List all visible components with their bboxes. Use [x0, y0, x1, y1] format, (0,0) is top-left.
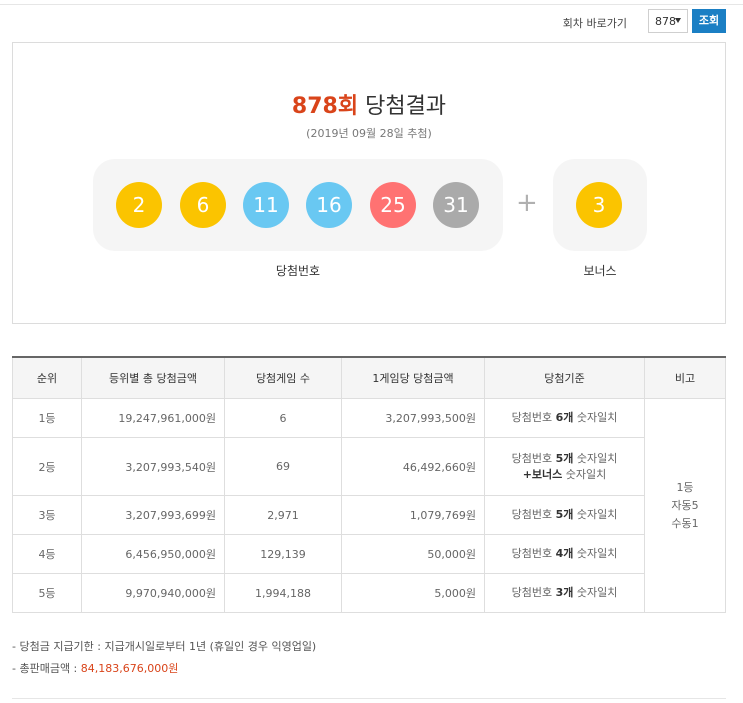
prize-per-game-cell: 50,000원: [341, 534, 485, 574]
total-sales-note: - 총판매금액 : 84,183,676,000원: [12, 662, 316, 684]
total-prize-cell: 9,970,940,000원: [81, 573, 225, 613]
bonus-label: 보너스: [583, 264, 617, 278]
winner-count-cell: 69: [224, 437, 342, 496]
search-button[interactable]: 조회: [692, 9, 726, 33]
criteria-text: 숫자일치: [573, 547, 618, 560]
header-note: 비고: [644, 356, 726, 399]
bonus-ball: 3: [576, 182, 622, 228]
prize-per-game-cell: 1,079,769원: [341, 495, 485, 535]
rank-cell: 2등: [12, 437, 82, 496]
prize-per-game-cell: 46,492,660원: [341, 437, 485, 496]
criteria-cell: 당첨번호 5개 숫자일치: [484, 495, 645, 535]
winning-ball-1: 2: [116, 182, 162, 228]
round-navigation: 회차 바로가기 878 조회: [0, 6, 743, 36]
bottom-divider: [12, 698, 726, 699]
criteria-text: 숫자일치: [573, 411, 618, 424]
criteria-count: 4개: [555, 547, 574, 560]
header-prize-per-game: 1게임당 당첨금액: [341, 356, 485, 399]
header-winner-count: 당첨게임 수: [224, 356, 342, 399]
result-title-suffix: 당첨결과: [358, 94, 447, 119]
criteria-text: 숫자일치: [562, 467, 607, 481]
prize-per-game-cell: 3,207,993,500원: [341, 398, 485, 438]
result-title: 878회 당첨결과: [13, 88, 725, 120]
criteria-text: 당첨번호: [511, 508, 556, 521]
round-select[interactable]: 878: [648, 9, 688, 33]
criteria-text: 당첨번호: [511, 451, 556, 465]
note-cell: 1등 자동5 수동1: [644, 398, 726, 613]
winning-ball-5: 25: [370, 182, 416, 228]
criteria-cell: 당첨번호 6개 숫자일치: [484, 398, 645, 438]
winning-ball-3: 11: [243, 182, 289, 228]
winning-ball-4: 16: [306, 182, 352, 228]
criteria-cell: 당첨번호 3개 숫자일치: [484, 573, 645, 613]
header-total-prize: 등위별 총 당첨금액: [81, 356, 225, 399]
table-header-row: 순위 등위별 총 당첨금액 당첨게임 수 1게임당 당첨금액 당첨기준 비고: [12, 356, 726, 399]
round-goto-label: 회차 바로가기: [562, 17, 627, 30]
criteria-text: 숫자일치: [573, 586, 618, 599]
header-criteria: 당첨기준: [484, 356, 645, 399]
table-row: 5등 9,970,940,000원 1,994,188 5,000원 당첨번호 …: [12, 573, 726, 613]
rank-cell: 5등: [12, 573, 82, 613]
winner-count-cell: 2,971: [224, 495, 342, 535]
winner-count-cell: 6: [224, 398, 342, 438]
criteria-cell: 당첨번호 5개 숫자일치 +보너스 숫자일치: [484, 437, 645, 496]
table-row: 1등 19,247,961,000원 6 3,207,993,500원 당첨번호…: [12, 398, 726, 613]
rank-cell: 4등: [12, 534, 82, 574]
criteria-line-2: +보너스 숫자일치: [493, 467, 636, 483]
rank-cell: 3등: [12, 495, 82, 535]
table-row: 4등 6,456,950,000원 129,139 50,000원 당첨번호 4…: [12, 534, 726, 574]
criteria-cell: 당첨번호 4개 숫자일치: [484, 534, 645, 574]
caret-down-icon: [675, 18, 681, 23]
criteria-text: 숫자일치: [573, 451, 618, 465]
winning-ball-6: 31: [433, 182, 479, 228]
criteria-count: 5개: [555, 508, 574, 521]
round-select-value: 878: [655, 15, 676, 28]
note-manual: 수동1: [671, 516, 699, 530]
total-prize-cell: 3,207,993,699원: [81, 495, 225, 535]
header-rank: 순위: [12, 356, 82, 399]
criteria-line-1: 당첨번호 5개 숫자일치: [493, 451, 636, 467]
top-divider: [0, 4, 743, 5]
result-panel: 878회 당첨결과 (2019년 09월 28일 추첨) 2 6 11 16 2…: [12, 42, 726, 324]
total-sales-label: - 총판매금액 :: [12, 662, 81, 675]
criteria-count: 5개: [555, 451, 574, 465]
prize-per-game-cell: 5,000원: [341, 573, 485, 613]
criteria-count: 6개: [555, 411, 574, 424]
table-row: 2등 3,207,993,540원 69 46,492,660원 당첨번호 5개…: [12, 437, 726, 496]
total-prize-cell: 6,456,950,000원: [81, 534, 225, 574]
criteria-text: 당첨번호: [511, 547, 556, 560]
winning-ball-2: 6: [180, 182, 226, 228]
criteria-text: 당첨번호: [511, 411, 556, 424]
rank-cell: 1등: [12, 398, 82, 438]
total-prize-cell: 19,247,961,000원: [81, 398, 225, 438]
total-sales-value: 84,183,676,000원: [80, 662, 179, 675]
total-prize-cell: 3,207,993,540원: [81, 437, 225, 496]
plus-icon: +: [516, 188, 538, 218]
criteria-bonus: +보너스: [522, 467, 563, 481]
note-first-place: 1등: [676, 480, 694, 494]
criteria-count: 3개: [555, 586, 574, 599]
draw-date: (2019년 09월 28일 추첨): [306, 127, 432, 140]
winning-numbers-label: 당첨번호: [275, 264, 321, 278]
prize-table: 순위 등위별 총 당첨금액 당첨게임 수 1게임당 당첨금액 당첨기준 비고 1…: [12, 356, 726, 613]
winner-count-cell: 129,139: [224, 534, 342, 574]
table-row: 3등 3,207,993,699원 2,971 1,079,769원 당첨번호 …: [12, 495, 726, 535]
footer-notes: - 당첨금 지급기한 : 지급개시일로부터 1년 (휴일인 경우 익영업일) -…: [12, 640, 316, 684]
criteria-text: 숫자일치: [573, 508, 618, 521]
round-number: 878회: [291, 94, 359, 119]
note-auto: 자동5: [671, 498, 699, 512]
criteria-text: 당첨번호: [511, 586, 556, 599]
payment-deadline-note: - 당첨금 지급기한 : 지급개시일로부터 1년 (휴일인 경우 익영업일): [12, 640, 317, 653]
winner-count-cell: 1,994,188: [224, 573, 342, 613]
